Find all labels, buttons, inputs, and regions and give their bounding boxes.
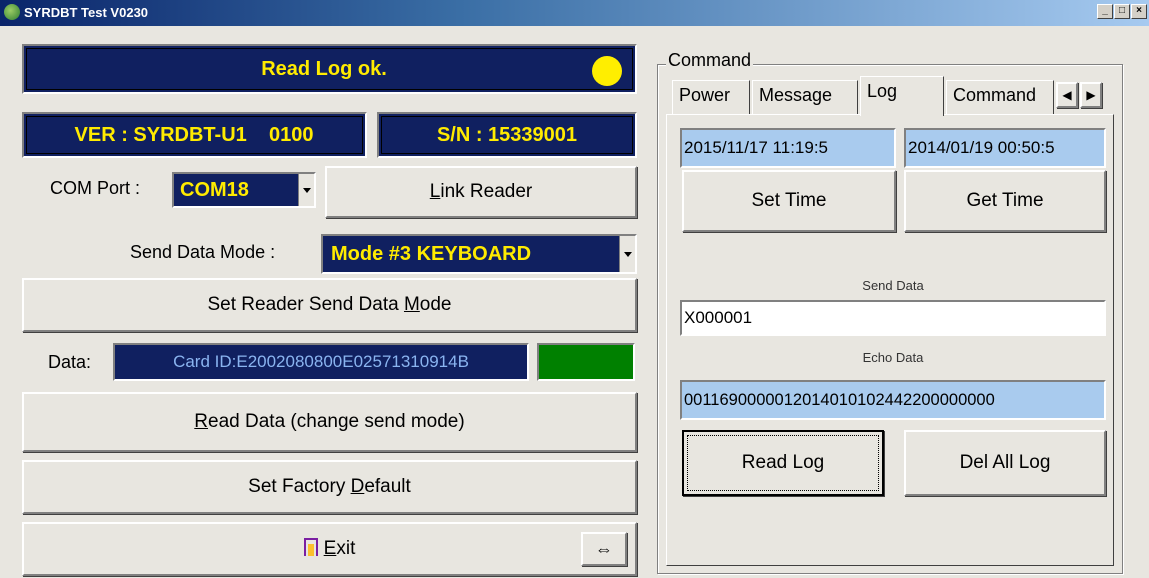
status-indicator [592, 56, 622, 86]
arrow-left-icon: ◀ [1062, 88, 1072, 102]
echo-data-field[interactable]: 0011690000012014010102442200000000 [680, 380, 1106, 420]
app-icon [4, 4, 20, 20]
link-reader-label: ink Reader [440, 181, 533, 202]
data-status-indicator [537, 343, 635, 381]
com-port-value: COM18 [180, 179, 249, 201]
status-text: Read Log ok. [261, 58, 387, 80]
set-mode-mnemonic: M [403, 294, 420, 315]
read-log-button[interactable]: Read Log [682, 430, 884, 496]
factory-mnemonic: D [350, 476, 365, 497]
resize-icon: ⇔ [595, 539, 613, 559]
send-mode-dropdown[interactable] [619, 236, 635, 272]
tab-log-label: Log [867, 81, 898, 101]
version-text: VER : SYRDBT-U1 0100 [74, 124, 314, 146]
send-mode-select[interactable]: Mode #3 KEYBOARD [321, 234, 637, 274]
command-group-label: Command [666, 50, 754, 71]
pc-time-field[interactable]: 2014/01/19 00:50:5 [904, 128, 1106, 168]
link-reader-mnemonic: L [429, 181, 441, 202]
send-data-input[interactable]: X000001 [680, 300, 1106, 336]
exit-icon [303, 538, 318, 556]
window-title: SYRDBT Test V0230 [24, 5, 149, 20]
title-bar[interactable]: SYRDBT Test V0230 _ □ × [0, 0, 1149, 26]
tab-power-label: Power [679, 85, 731, 105]
read-data-mnemonic: R [194, 411, 209, 432]
tab-log[interactable]: Log [860, 76, 944, 116]
exit-label: xit [336, 538, 356, 559]
resize-toggle-button[interactable]: ⇔ [581, 532, 627, 566]
tab-message[interactable]: Message [752, 80, 858, 114]
link-reader-button[interactable]: Link Reader [325, 166, 637, 218]
set-mode-label-b: ode [419, 294, 452, 315]
maximize-button[interactable]: □ [1114, 4, 1130, 19]
chevron-down-icon [623, 251, 632, 257]
data-value: Card ID:E2002080800E02571310914B [173, 352, 469, 371]
data-field: Card ID:E2002080800E02571310914B [113, 343, 529, 381]
serial-text: S/N : 15339001 [436, 124, 578, 146]
set-mode-label-a: Set Reader Send Data [207, 294, 404, 315]
com-port-label: COM Port : [50, 178, 141, 198]
tab-command-label: Command [953, 85, 1037, 105]
factory-label-a: Set Factory [248, 476, 351, 497]
factory-label-b: efault [364, 476, 411, 497]
get-time-button[interactable]: Get Time [904, 170, 1106, 232]
tab-message-label: Message [759, 85, 833, 105]
data-label: Data: [48, 352, 92, 372]
set-time-button[interactable]: Set Time [682, 170, 896, 232]
serial-box: S/N : 15339001 [377, 112, 637, 158]
set-send-mode-button[interactable]: Set Reader Send Data Mode [22, 278, 637, 332]
arrow-right-icon: ▶ [1086, 88, 1096, 102]
app-window: SYRDBT Test V0230 _ □ × Read Log ok. VER… [0, 0, 1149, 578]
del-all-log-label: Del All Log [959, 452, 1051, 473]
get-time-label: Get Time [966, 190, 1044, 211]
version-box: VER : SYRDBT-U1 0100 [22, 112, 367, 158]
tab-scroll-right-button[interactable]: ▶ [1080, 82, 1102, 108]
exit-button[interactable]: Exit ⇔ [22, 522, 637, 576]
send-data-label: Send Data [862, 278, 924, 293]
echo-data-value: 0011690000012014010102442200000000 [684, 391, 995, 409]
device-time-value: 2015/11/17 11:19:5 [684, 138, 829, 157]
tab-command[interactable]: Command [946, 80, 1054, 114]
status-banner: Read Log ok. [22, 44, 637, 94]
exit-mnemonic: E [323, 538, 337, 559]
minimize-button[interactable]: _ [1097, 4, 1113, 19]
com-port-select[interactable]: COM18 [172, 172, 316, 208]
set-time-label: Set Time [751, 190, 827, 211]
del-all-log-button[interactable]: Del All Log [904, 430, 1106, 496]
pc-time-value: 2014/01/19 00:50:5 [908, 138, 1055, 157]
chevron-down-icon [302, 187, 311, 193]
send-data-value: X000001 [684, 308, 753, 327]
read-data-button[interactable]: Read Data (change send mode) [22, 392, 637, 452]
send-mode-label: Send Data Mode : [130, 242, 276, 262]
read-log-label: Read Log [741, 452, 825, 473]
read-data-label: ead Data (change send mode) [208, 411, 465, 432]
send-mode-value: Mode #3 KEYBOARD [331, 243, 532, 265]
tab-scroll-left-button[interactable]: ◀ [1056, 82, 1078, 108]
tab-power[interactable]: Power [672, 80, 750, 114]
echo-data-label: Echo Data [862, 350, 924, 365]
com-port-dropdown[interactable] [298, 174, 314, 206]
device-time-field[interactable]: 2015/11/17 11:19:5 [680, 128, 896, 168]
close-button[interactable]: × [1131, 4, 1147, 19]
factory-default-button[interactable]: Set Factory Default [22, 460, 637, 514]
